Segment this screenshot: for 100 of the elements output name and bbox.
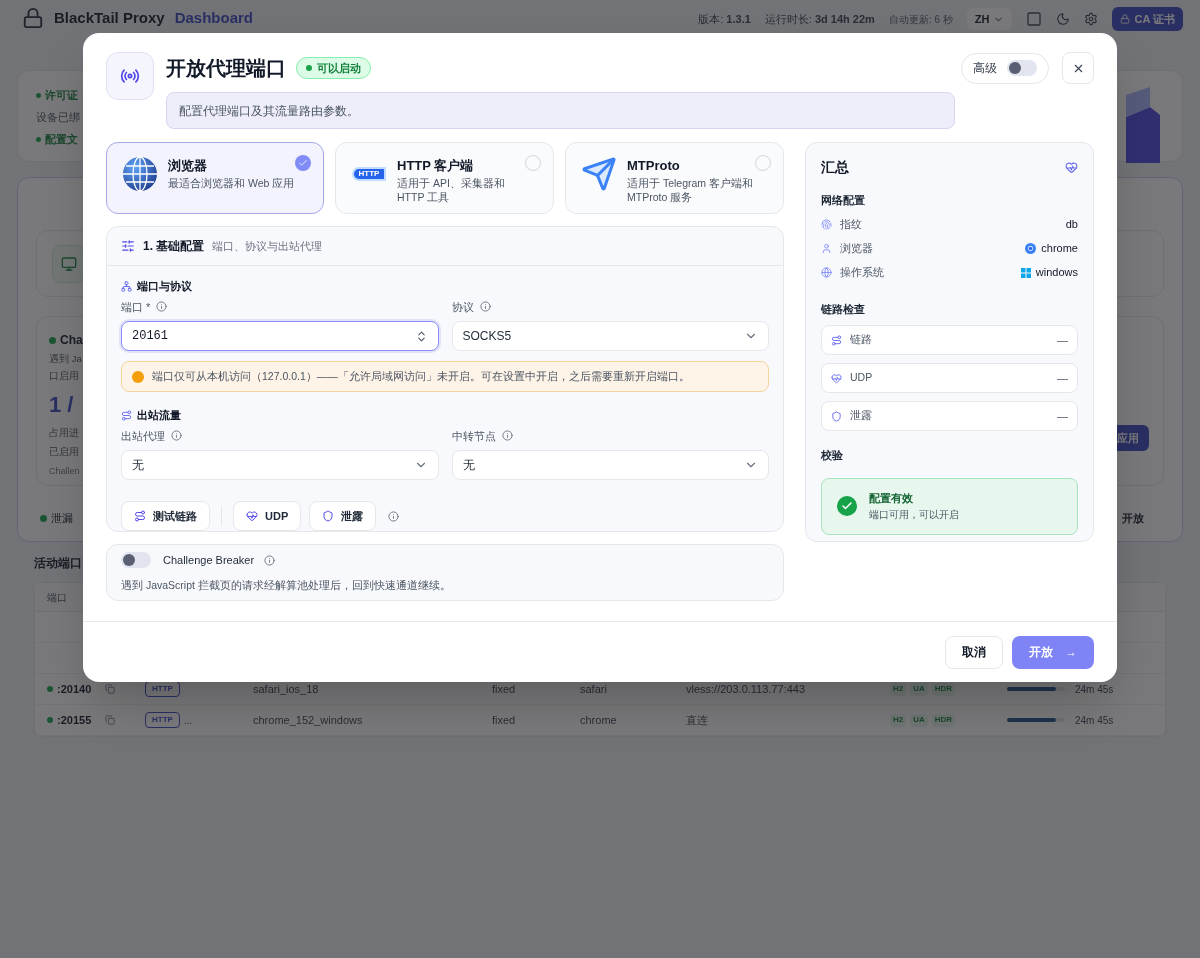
mode-card[interactable]: 浏览器 最适合浏览器和 Web 应用 <box>106 142 324 214</box>
status-badge: 可以启动 <box>296 57 371 79</box>
mode-title: HTTP 客户端 <box>397 157 475 175</box>
check-action-button[interactable]: UDP <box>233 501 302 531</box>
advanced-toggle-pill[interactable]: 高级 <box>961 52 1049 84</box>
cancel-button[interactable]: 取消 <box>945 635 1003 669</box>
profile-cell-text: safari_ios_18 <box>253 681 320 697</box>
feature-tag: H2 <box>890 713 907 727</box>
copy-icon[interactable] <box>105 715 115 725</box>
dialog-title: 开放代理端口 <box>166 56 286 81</box>
feature-tag: HDR <box>931 682 956 696</box>
description-banner: 配置代理端口及其流量路由参数。 <box>166 92 955 129</box>
more-text: ... <box>183 713 193 728</box>
language-select[interactable]: ZH <box>966 8 1013 30</box>
summary-value: windows <box>1035 265 1078 281</box>
info-icon <box>388 510 400 522</box>
port-input-field[interactable]: 20161 <box>121 321 439 351</box>
summary-label: 浏览器 <box>840 241 873 257</box>
theme-icon[interactable] <box>1056 12 1071 26</box>
info-icon <box>264 554 276 566</box>
info-icon <box>501 430 513 442</box>
heart-pulse-icon <box>1065 161 1078 174</box>
fingerprint-icon <box>821 219 832 230</box>
mode-card[interactable]: HTTP HTTP 客户端 适用于 API、采集器和 HTTP 工具 <box>335 142 554 214</box>
lock-icon <box>1120 14 1131 24</box>
toggle-label: Challenge Breaker <box>163 552 255 568</box>
relay-node-select[interactable]: 无 <box>451 450 769 480</box>
check-result: — <box>1057 332 1068 348</box>
panel-description: 遇到 Ja <box>49 352 83 366</box>
notice-text: 许可证 <box>45 87 78 103</box>
close-button[interactable] <box>1062 52 1094 84</box>
summary-label: 指纹 <box>840 217 862 233</box>
mode-description: 最适合浏览器和 Web 应用 <box>168 175 295 190</box>
feature-tag: H2 <box>890 682 907 696</box>
mode-cell-text: fixed <box>492 681 517 697</box>
window-icon[interactable] <box>1026 11 1043 27</box>
leak-action: 开放 <box>1122 511 1144 526</box>
field-label: 出站代理 <box>121 428 165 444</box>
mode-card[interactable]: MTProto 适用于 Telegram 客户端和 MTProto 服务 <box>565 142 784 214</box>
user-icon <box>821 243 832 254</box>
notice-text: 配置文 <box>45 131 78 147</box>
summary-value: db <box>1065 217 1078 233</box>
challenge-breaker-toggle[interactable] <box>121 552 151 568</box>
check-label: 泄露 <box>850 408 872 424</box>
section-title: 1. 基础配置 <box>143 238 205 255</box>
monitor-icon <box>60 255 77 272</box>
settings-icon[interactable] <box>1084 12 1099 26</box>
summary-label: 操作系统 <box>840 265 884 281</box>
check-label: 链路 <box>850 332 872 348</box>
check-action-button[interactable]: 测试链路 <box>121 501 210 531</box>
feature-tag: UA <box>910 682 928 696</box>
count-value: 1 / <box>49 390 75 419</box>
check-result: — <box>1057 408 1068 424</box>
summary-heading: 校验 <box>821 448 844 463</box>
stat-label: 已启用 <box>49 444 80 459</box>
route-icon <box>121 409 132 421</box>
mode-description: 适用于 API、采集器和 HTTP 工具 <box>397 175 506 204</box>
version-text: 版本: 1.3.1 <box>698 11 751 27</box>
route-icon <box>831 334 842 346</box>
browser-cell-text: chrome <box>580 712 618 728</box>
profile-cell-text: chrome_152_windows <box>253 712 364 728</box>
check-label: UDP <box>850 370 873 386</box>
panel-title: Cha <box>60 332 83 349</box>
chrome-logo-icon <box>1025 243 1037 254</box>
feature-tag: HDR <box>931 713 956 727</box>
shield-icon <box>322 510 335 522</box>
section-subtitle: 端口、协议与出站代理 <box>212 238 323 254</box>
leak-label: 泄漏 <box>51 511 73 526</box>
summary-heading: 链路检查 <box>821 301 866 317</box>
upstream-cell-text: 直连 <box>686 712 709 728</box>
heart-pulse-icon <box>831 372 842 384</box>
field-label: 端口 * <box>121 299 151 315</box>
upstream-cell-text: vless://203.0.113.77:443 <box>686 681 807 697</box>
sliders-icon <box>121 239 135 253</box>
signal-icon <box>120 66 140 86</box>
group-heading: 端口与协议 <box>137 279 192 294</box>
notice-text: 设备已绑 <box>36 109 80 125</box>
check-result: — <box>1057 370 1068 386</box>
validation-detail: 端口可用，可以开启 <box>869 507 959 522</box>
mode-title: MTProto <box>627 157 681 175</box>
heart-pulse-icon <box>246 510 258 522</box>
column-header: 端口 <box>47 590 67 605</box>
outbound-proxy-select[interactable]: 无 <box>121 450 439 480</box>
port-cell-text: :20155 <box>57 712 92 728</box>
warning-text: 端口仅可从本机访问（127.0.0.1）——「允许局域网访问」未开启。可在设置中开启，之后需要重新开启端口。 <box>152 368 690 384</box>
advanced-toggle[interactable] <box>1007 60 1037 76</box>
field-label: 中转节点 <box>451 428 496 444</box>
summary-heading: 网络配置 <box>821 193 866 208</box>
section-heading: 活动端口 <box>34 555 82 572</box>
panel-description: 口启用 <box>49 369 80 384</box>
check-action-button[interactable]: 泄露 <box>309 501 377 531</box>
protocol-select[interactable]: SOCKS5 <box>451 321 769 351</box>
selected-check-icon <box>295 155 311 171</box>
app-subtitle: Dashboard <box>174 8 253 28</box>
info-icon <box>171 430 182 442</box>
summary-value: chrome <box>1041 241 1078 257</box>
copy-icon[interactable] <box>105 684 115 694</box>
lock-logo-icon <box>22 7 44 30</box>
info-icon <box>479 301 491 313</box>
field-label: 协议 <box>451 299 474 315</box>
